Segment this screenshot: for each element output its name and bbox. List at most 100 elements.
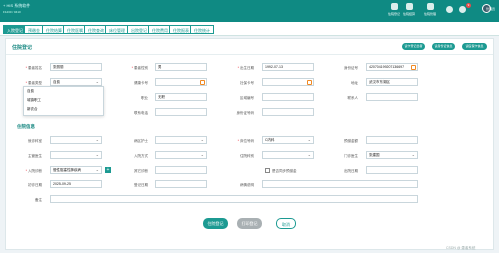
hosp-section-title: 住院信息: [17, 124, 35, 129]
prepay-label: 预缴金额: [344, 139, 358, 143]
reg-date-input[interactable]: [155, 180, 207, 188]
add-diagnosis-button[interactable]: +: [105, 167, 111, 173]
first-date-input[interactable]: 2025-09-25: [50, 180, 102, 188]
dropdown-option[interactable]: 自费: [27, 89, 34, 94]
relation-input[interactable]: [155, 108, 207, 116]
address-input[interactable]: 武汉市东湖区: [366, 78, 418, 86]
admit-way-select[interactable]: ⌄: [155, 151, 207, 159]
doctor-label: 主管医生: [28, 154, 42, 158]
dropdown-option[interactable]: 新农合: [27, 107, 38, 112]
name-input[interactable]: 张丽丽: [50, 63, 102, 71]
reason-input[interactable]: [262, 180, 418, 188]
tool-label: 住院结算: [402, 12, 415, 16]
notification-badge: 9: [466, 3, 471, 8]
watermark: CSDN @ 患者系统: [446, 246, 476, 250]
other-label: 身份证号码: [236, 111, 255, 115]
settings-icon[interactable]: [446, 6, 453, 13]
gender-label: 患者性别: [116, 66, 148, 71]
gender-value: 男: [158, 65, 162, 69]
relation-label: 联系电话: [134, 111, 148, 115]
tool-settlement-button[interactable]: 住院结算: [399, 3, 419, 16]
gender-select[interactable]: 男: [155, 63, 207, 71]
admit-diag-label: 入院诊断: [10, 169, 42, 174]
ward-label: 病区护士: [134, 139, 148, 143]
dept-select[interactable]: ⌄: [50, 136, 102, 144]
dropdown-option[interactable]: 城镇职工: [27, 98, 41, 103]
tab-prepay[interactable]: 预缴金: [24, 25, 44, 34]
social-label: 社保卡号: [240, 81, 254, 85]
admit-diag-select[interactable]: 慢性阻塞性肺疾病 ⌄: [50, 166, 102, 174]
area-input[interactable]: [262, 93, 314, 101]
birth-label: 出生日期: [222, 66, 254, 71]
doctor-select[interactable]: ⌄: [50, 151, 102, 159]
tool-manage-button[interactable]: 住院管理: [420, 3, 440, 16]
manage-icon: [426, 3, 434, 10]
id-label: 身份证号: [344, 66, 358, 70]
settlement-icon: [405, 3, 413, 10]
other-input[interactable]: [262, 108, 314, 116]
bed-label: 床位号码: [222, 139, 254, 144]
card-scan-icon[interactable]: [307, 80, 312, 85]
top-bar: + HIS 系统软件 F1230 / 0410 住院登记 住院结算 住院管理 9…: [0, 0, 499, 22]
discharge-label: 出院日期: [344, 169, 358, 173]
area-label: 区域编号: [240, 96, 254, 100]
birth-input[interactable]: 1992-07-13: [262, 63, 314, 71]
admit-diag-value: 慢性阻塞性肺疾病: [53, 168, 81, 172]
chevron-down-icon: ⌄: [200, 137, 204, 142]
print-button[interactable]: 打印登记: [237, 218, 262, 229]
type-dropdown: 自费 城镇职工 新农合: [23, 86, 104, 116]
tab-beds[interactable]: 床位管理: [105, 25, 129, 34]
prepay-input[interactable]: [366, 136, 418, 144]
chevron-down-icon: ⌄: [200, 152, 204, 157]
diag-select[interactable]: ⌄: [262, 151, 314, 159]
dept-label: 就诊科室: [28, 139, 42, 143]
tab-statistics[interactable]: 住院统计: [190, 25, 214, 34]
diag-label: 住院科别: [240, 154, 254, 158]
remark-input[interactable]: [50, 195, 418, 203]
sec-diag-input[interactable]: [155, 166, 207, 174]
user-name[interactable]: 管理员: [486, 7, 495, 11]
type-select[interactable]: 自费 ⌄: [50, 78, 102, 86]
clinic-doc-label: 门诊医生: [344, 154, 358, 158]
clinic-doc-select[interactable]: 张建国 ⌄: [366, 151, 418, 159]
sync-label: 是否同步预缴金: [272, 169, 297, 173]
read-id-button[interactable]: 读身份证信息: [432, 43, 455, 50]
contact-input[interactable]: [366, 93, 418, 101]
chevron-down-icon: ⌄: [95, 152, 99, 157]
chevron-down-icon: ⌄: [307, 152, 311, 157]
health-card-label: 健康卡号: [134, 81, 148, 85]
sync-checkbox[interactable]: [265, 168, 270, 173]
tool-label: 住院管理: [423, 12, 436, 16]
app-version: F1230 / 0410: [3, 10, 21, 14]
job-input[interactable]: 无职: [155, 93, 207, 101]
social-input[interactable]: [262, 78, 314, 86]
chevron-down-icon: ⌄: [95, 79, 99, 84]
contact-label: 联系人: [347, 96, 359, 100]
type-value: 自费: [53, 80, 60, 84]
sec-diag-label: 其它诊断: [134, 169, 148, 173]
ward-select[interactable]: ⌄: [155, 136, 207, 144]
discharge-input[interactable]: [366, 166, 418, 174]
chevron-down-icon: ⌄: [307, 137, 311, 142]
register-icon: [390, 3, 398, 10]
health-card-input[interactable]: [155, 78, 207, 86]
cancel-button[interactable]: 取消: [276, 218, 296, 229]
chevron-down-icon: ⌄: [95, 137, 99, 142]
name-label: 患者姓名: [10, 66, 42, 71]
id-card-icon[interactable]: [411, 65, 416, 70]
id-input[interactable]: 420704199207136697: [366, 63, 418, 71]
reg-date-label: 登记日期: [134, 183, 148, 187]
bed-select[interactable]: C内科 ⌄: [262, 136, 314, 144]
app-logo: + HIS 系统软件: [3, 3, 31, 8]
bell-icon[interactable]: [459, 6, 466, 13]
first-date-label: 初诊日期: [28, 183, 42, 187]
tab-bar: 入院登记 预缴金 住院结算 住院医嘱 住院查询 床位管理 出院登记 住院费用 住…: [0, 22, 499, 36]
address-label: 地址: [351, 81, 358, 85]
save-button[interactable]: 住院登记: [203, 218, 228, 229]
id-value: 420704199207136697: [369, 65, 405, 69]
chevron-down-icon: ⌄: [95, 167, 99, 172]
card-scan-icon[interactable]: [200, 80, 205, 85]
admit-way-label: 入院方式: [134, 154, 148, 158]
read-card-button[interactable]: 读卡登记患者: [402, 43, 425, 50]
read-insurance-button[interactable]: 读医保卡信息: [462, 43, 487, 50]
